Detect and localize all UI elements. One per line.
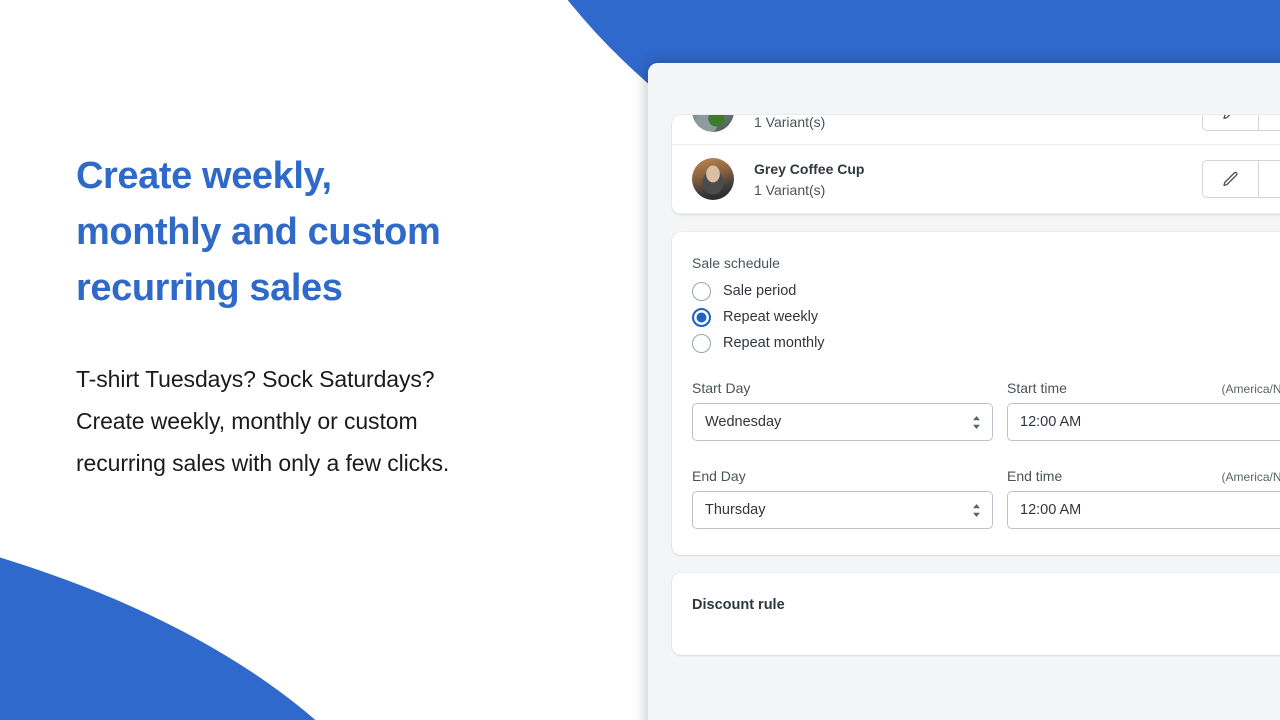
end-time-select[interactable]: 12:00 AM	[1007, 491, 1280, 529]
table-row[interactable]: 1 Variant(s)	[672, 115, 1280, 145]
product-info: Grey Coffee Cup 1 Variant(s)	[754, 160, 1202, 199]
row-action-group	[1202, 115, 1280, 131]
radio-indicator	[692, 334, 711, 353]
window-chrome	[648, 63, 1280, 115]
start-day-select[interactable]: Wednesday	[692, 403, 993, 441]
radio-label: Repeat weekly	[723, 309, 819, 325]
start-time-timezone: (America/New Y	[1221, 382, 1280, 396]
end-day-field: End Day Thursday	[692, 467, 993, 529]
end-day-select[interactable]: Thursday	[692, 491, 993, 529]
radio-option-sale-period[interactable]: Sale period	[692, 282, 1280, 301]
start-day-header: Start Day	[692, 379, 993, 403]
end-day-header: End Day	[692, 467, 993, 491]
radio-indicator	[692, 308, 711, 327]
edit-product-button[interactable]	[1202, 160, 1259, 198]
product-variant-count: 1 Variant(s)	[754, 115, 826, 130]
end-time-field: End time (America/New Y 12:00 AM	[1007, 467, 1280, 529]
products-card: 1 Variant(s) Grey Coffee Cup 1 Variant(s…	[672, 115, 1280, 214]
radio-label: Sale period	[723, 283, 797, 299]
product-name: Grey Coffee Cup	[754, 160, 865, 177]
app-scroll-area[interactable]: 1 Variant(s) Grey Coffee Cup 1 Variant(s…	[648, 115, 1280, 693]
table-row[interactable]: Grey Coffee Cup 1 Variant(s)	[672, 145, 1280, 214]
radio-label: Repeat monthly	[723, 335, 825, 351]
discount-rule-card: Discount rule	[672, 573, 1280, 655]
pencil-icon	[1223, 171, 1238, 186]
delete-product-button[interactable]	[1259, 115, 1280, 131]
radio-option-repeat-weekly[interactable]: Repeat weekly	[692, 308, 1280, 327]
chevron-updown-icon	[973, 415, 980, 429]
pencil-icon	[1223, 115, 1230, 119]
end-time-timezone: (America/New Y	[1221, 470, 1280, 484]
product-info: 1 Variant(s)	[754, 115, 1202, 131]
end-time-label: End time	[1007, 468, 1063, 484]
app-window: 1 Variant(s) Grey Coffee Cup 1 Variant(s…	[648, 63, 1280, 720]
edit-product-button[interactable]	[1202, 115, 1259, 131]
start-day-label: Start Day	[692, 380, 751, 396]
page-title: Create weekly, monthly and custom recurr…	[76, 155, 441, 309]
sale-schedule-legend: Sale schedule	[692, 255, 780, 271]
plant-thumbnail	[692, 115, 734, 132]
chevron-updown-icon	[973, 503, 980, 517]
start-time-value: 12:00 AM	[1020, 414, 1082, 430]
start-time-select[interactable]: 12:00 AM	[1007, 403, 1280, 441]
radio-indicator	[692, 282, 711, 301]
end-day-value: Thursday	[705, 502, 766, 518]
end-day-label: End Day	[692, 468, 746, 484]
marketing-copy: Create weekly, monthly and custom recurr…	[76, 148, 596, 484]
start-fields-row: Start Day Wednesday Start time (America/…	[692, 379, 1280, 441]
decorative-blue-shape-bottom	[0, 493, 445, 720]
start-day-field: Start Day Wednesday	[692, 379, 993, 441]
product-variant-count: 1 Variant(s)	[754, 181, 826, 198]
promo-slide: Create weekly, monthly and custom recurr…	[0, 0, 1280, 720]
discount-rule-title: Discount rule	[692, 597, 785, 613]
coffee-cup-thumbnail	[692, 158, 734, 200]
start-time-header: Start time (America/New Y	[1007, 379, 1280, 403]
start-day-value: Wednesday	[705, 414, 782, 430]
start-time-label: Start time	[1007, 380, 1067, 396]
end-time-header: End time (America/New Y	[1007, 467, 1280, 491]
delete-product-button[interactable]	[1259, 160, 1280, 198]
end-time-value: 12:00 AM	[1020, 502, 1082, 518]
sale-schedule-card: Sale schedule Sale period Repeat weekly …	[672, 232, 1280, 555]
marketing-body-text: T-shirt Tuesdays? Sock Saturdays? Create…	[76, 366, 450, 476]
row-action-group	[1202, 160, 1280, 198]
end-fields-row: End Day Thursday End time (America/Ne	[692, 467, 1280, 529]
radio-option-repeat-monthly[interactable]: Repeat monthly	[692, 334, 1280, 353]
start-time-field: Start time (America/New Y 12:00 AM	[1007, 379, 1280, 441]
